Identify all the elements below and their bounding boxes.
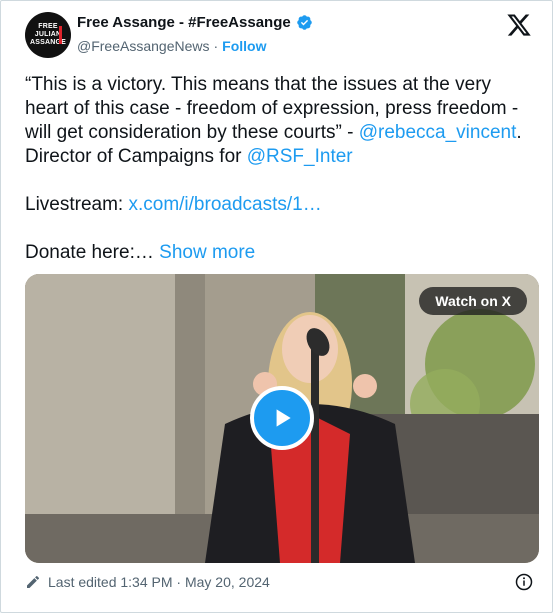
livestream-label: Livestream: xyxy=(25,194,129,215)
show-more-link[interactable]: Show more xyxy=(159,242,255,263)
tweet-text: “This is a victory. This means that the … xyxy=(25,73,535,265)
separator-dot: · xyxy=(213,38,219,54)
watch-on-x-button[interactable]: Watch on X xyxy=(419,287,527,315)
author-name[interactable]: Free Assange - #FreeAssange xyxy=(77,14,291,31)
avatar-red-mark xyxy=(59,26,62,44)
author-handle[interactable]: @FreeAssangeNews xyxy=(77,38,210,54)
info-icon[interactable] xyxy=(515,573,533,591)
last-edited-text: Last edited 1:34 PM · May 20, 2024 xyxy=(48,574,270,590)
mention-rebecca-vincent[interactable]: @rebecca_vincent xyxy=(359,122,517,143)
follow-button[interactable]: Follow xyxy=(222,38,266,54)
livestream-link[interactable]: x.com/i/broadcasts/1… xyxy=(128,194,321,215)
pencil-icon xyxy=(27,575,40,588)
author-name-row: Free Assange - #FreeAssange xyxy=(77,14,313,31)
tweet-card: FREE JULIAN ASSANGE Free Assange - #Free… xyxy=(0,0,553,613)
verified-badge-icon xyxy=(296,15,312,30)
avatar[interactable]: FREE JULIAN ASSANGE xyxy=(25,12,71,58)
play-button[interactable] xyxy=(250,386,314,450)
edit-history[interactable]: Last edited 1:34 PM · May 20, 2024 xyxy=(25,574,270,590)
mention-rsf[interactable]: @RSF_Inter xyxy=(247,146,353,167)
donate-label: Donate here:… xyxy=(25,242,160,263)
x-logo-icon[interactable] xyxy=(506,12,532,38)
video-player[interactable]: Watch on X xyxy=(25,274,539,563)
play-icon xyxy=(276,409,291,427)
author-handle-row: @FreeAssangeNews · Follow xyxy=(77,38,267,54)
